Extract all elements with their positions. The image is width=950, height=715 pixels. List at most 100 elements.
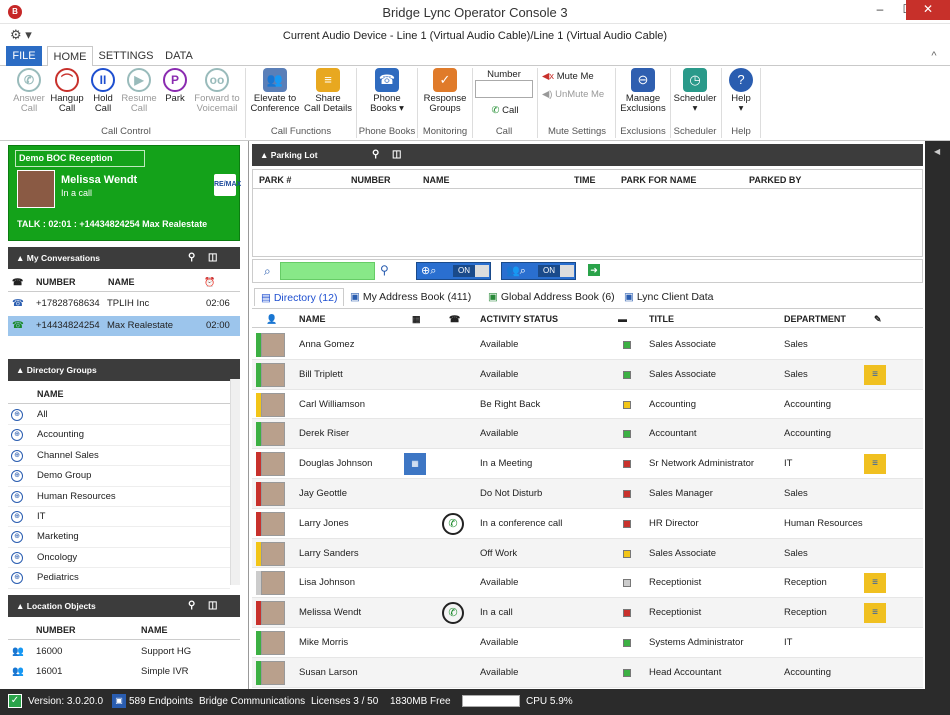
collapse-ribbon-icon[interactable]: ^: [926, 46, 942, 66]
directory-row[interactable]: Lisa Johnson Available Receptionist Recepti…: [252, 568, 923, 599]
scheduler-button[interactable]: ◷ Scheduler ▾: [672, 68, 718, 114]
group-item[interactable]: ⊕ Accounting: [8, 425, 230, 446]
resume-call-button[interactable]: ▶ Resume Call: [120, 68, 158, 114]
phone-icon[interactable]: ✆: [442, 602, 464, 625]
directory-row[interactable]: Bill Triplett Available Sales Associate Sal…: [252, 359, 923, 390]
directory-row[interactable]: Mike Morris Available Systems Administrato…: [252, 628, 923, 658]
help-button[interactable]: ? Help ▾: [724, 68, 758, 114]
edit-icon[interactable]: ✎: [874, 309, 882, 329]
location-row[interactable]: 👥 16001 Simple IVR: [8, 662, 240, 682]
directory-row[interactable]: Larry Jones ✆ In a conference call HR Direc…: [252, 508, 923, 539]
group-item[interactable]: ⊕ Human Resources: [8, 487, 230, 507]
tab-data[interactable]: DATA: [160, 46, 198, 66]
hangup-call-button[interactable]: ⌒ Hangup Call: [48, 68, 86, 114]
gear-icon[interactable]: ⚙ ▾: [10, 27, 32, 43]
user-search-toggle[interactable]: 👥⌕ ON: [501, 262, 576, 280]
number-input[interactable]: [475, 80, 533, 98]
note-icon[interactable]: ≡: [864, 364, 886, 385]
location-objects-header[interactable]: ▲ Location Objects ⚲ ◫: [8, 595, 240, 617]
col-title[interactable]: TITLE: [649, 309, 674, 329]
hold-call-button[interactable]: II Hold Call: [86, 68, 120, 114]
directory-row[interactable]: Susan Larson Available Head Accountant Acco…: [252, 657, 923, 688]
unmute-me-button[interactable]: ◀) UnMute Me: [542, 90, 612, 100]
directory-row[interactable]: Melissa Wendt ✆ In a call Receptionist Recep…: [252, 598, 923, 628]
col-name[interactable]: NAME: [423, 170, 450, 190]
hangup-icon: ⌒: [55, 68, 79, 92]
col-name[interactable]: NAME: [141, 620, 168, 640]
phone-books-button[interactable]: ☎ Phone Books ▾: [360, 68, 414, 114]
directory-row[interactable]: Douglas Johnson ▦ In a Meeting Sr Network A…: [252, 449, 923, 479]
directory-row[interactable]: Carl Williamson Be Right Back Accounting Ac…: [252, 389, 923, 420]
answer-call-button[interactable]: ✆ Answer Call: [10, 68, 48, 114]
parking-lot-header[interactable]: ▲ Parking Lot ⚲ ◫: [252, 144, 923, 166]
conversation-row[interactable]: ☎ +17828768634 TPLIH Inc 02:06: [8, 294, 240, 314]
tab-global-address-book[interactable]: ▣ Global Address Book (6): [488, 288, 615, 306]
col-parked-by[interactable]: PARKED BY: [749, 170, 801, 190]
search-input[interactable]: [280, 262, 375, 280]
note-icon[interactable]: ≡: [864, 573, 886, 594]
group-item[interactable]: ⊕ Channel Sales: [8, 446, 230, 467]
pin-icon[interactable]: ⚲: [372, 144, 379, 166]
directory-row[interactable]: Jay Geottle Do Not Disturb Sales Manager Sa…: [252, 479, 923, 509]
phone-icon[interactable]: ✆: [442, 512, 464, 535]
chevron-left-icon[interactable]: ◀: [934, 147, 940, 156]
collapse-icon[interactable]: ▲: [16, 253, 27, 263]
collapse-icon[interactable]: ▲: [16, 601, 27, 611]
forward-voicemail-button[interactable]: oo Forward to Voicemail: [192, 68, 242, 114]
tab-my-address-book[interactable]: ▣ My Address Book (411): [350, 288, 471, 306]
calendar-icon[interactable]: ▦: [404, 453, 426, 476]
search-user-icon[interactable]: ⚲: [380, 263, 389, 277]
pin-icon[interactable]: ⚲: [188, 247, 195, 269]
pin-icon[interactable]: ⚲: [188, 595, 195, 617]
col-park[interactable]: PARK #: [259, 170, 291, 190]
group-item[interactable]: ⊕ Pediatrics: [8, 568, 230, 589]
group-item[interactable]: ⊕ Marketing: [8, 527, 230, 548]
directory-groups-header[interactable]: ▲ Directory Groups: [8, 359, 240, 381]
col-number[interactable]: NUMBER: [36, 272, 76, 292]
tab-lync-client-data[interactable]: ▣ Lync Client Data: [624, 288, 714, 306]
group-item[interactable]: ⊕ IT: [8, 507, 230, 528]
note-icon[interactable]: ≡: [864, 454, 886, 475]
col-park-for[interactable]: PARK FOR NAME: [621, 170, 696, 190]
group-item[interactable]: ⊕ All: [8, 405, 230, 426]
tab-directory[interactable]: ▤ Directory (12): [254, 288, 345, 306]
close-button[interactable]: ✕: [906, 0, 950, 20]
conversation-row-selected[interactable]: ☎ +14434824254 Max Realestate 02:00: [8, 316, 240, 336]
minimize-button[interactable]: –: [866, 0, 894, 20]
col-name[interactable]: NAME: [299, 309, 326, 329]
directory-row[interactable]: Larry Sanders Off Work Sales Associate Sale…: [252, 538, 923, 569]
col-name[interactable]: NAME: [37, 384, 64, 404]
col-number[interactable]: NUMBER: [36, 620, 76, 640]
scrollbar[interactable]: [230, 379, 240, 585]
location-row[interactable]: 👥 16000 Support HG: [8, 642, 240, 662]
col-name[interactable]: NAME: [108, 272, 135, 292]
col-department[interactable]: DEPARTMENT: [784, 309, 846, 329]
manage-exclusions-button[interactable]: ⊖ Manage Exclusions: [618, 68, 668, 114]
dock-icon[interactable]: ◫: [208, 595, 217, 617]
elevate-conference-button[interactable]: 👥 Elevate to Conference: [248, 68, 302, 114]
dock-icon[interactable]: ◫: [208, 247, 217, 269]
tab-file[interactable]: FILE: [6, 46, 42, 66]
collapse-icon[interactable]: ▲: [16, 365, 27, 375]
global-search-toggle[interactable]: ⊕⌕ ON: [416, 262, 491, 280]
note-icon[interactable]: ≡: [864, 603, 886, 624]
directory-row[interactable]: Derek Riser Available Accountant Accounting: [252, 419, 923, 450]
call-button[interactable]: ✆ Call: [485, 106, 525, 116]
my-conversations-header[interactable]: ▲ My Conversations ⚲ ◫: [8, 247, 240, 269]
presence-dot: [623, 639, 631, 647]
col-activity-status[interactable]: ACTIVITY STATUS: [480, 309, 558, 329]
mute-me-button[interactable]: ◀x Mute Me: [542, 72, 612, 82]
col-time[interactable]: TIME: [574, 170, 596, 190]
group-item[interactable]: ⊕ Demo Group: [8, 466, 230, 487]
col-number[interactable]: NUMBER: [351, 170, 391, 190]
tab-home[interactable]: HOME: [47, 46, 93, 67]
group-item[interactable]: ⊕ Oncology: [8, 548, 230, 569]
collapse-icon[interactable]: ▲: [260, 150, 271, 160]
share-call-details-button[interactable]: ≡ Share Call Details: [302, 68, 354, 114]
park-button[interactable]: P Park: [158, 68, 192, 104]
directory-row[interactable]: Anna Gomez Available Sales Associate Sales: [252, 330, 923, 360]
response-groups-button[interactable]: ✓ Response Groups: [420, 68, 470, 114]
dock-icon[interactable]: ◫: [392, 144, 401, 166]
export-icon[interactable]: ➜: [588, 264, 600, 276]
tab-settings[interactable]: SETTINGS: [98, 46, 154, 66]
